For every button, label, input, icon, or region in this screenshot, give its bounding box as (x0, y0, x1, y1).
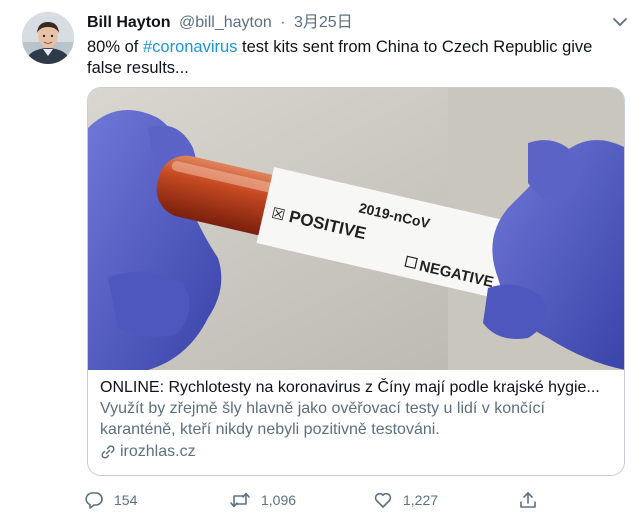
card-image: 2019-nCoV ☒ POSITIVE NEGATIVE (88, 88, 624, 370)
card-body: ONLINE: Rychlotesty na koronavirus z Čín… (100, 377, 616, 462)
like-icon (374, 492, 392, 508)
tweet-date[interactable]: 3月25日 (294, 14, 353, 31)
author-handle[interactable]: @bill_hayton (179, 14, 272, 31)
avatar[interactable] (22, 12, 74, 64)
hashtag-link[interactable]: #coronavirus (143, 38, 237, 56)
card-description: Využít by zřejmě šly hlavně jako ověřova… (100, 400, 545, 438)
share-icon (520, 492, 536, 508)
reply-icon (85, 492, 103, 509)
card-domain[interactable]: irozhlas.cz (100, 441, 616, 462)
tweet-text: 80% of #coronavirus test kits sent from … (87, 37, 627, 79)
retweet-icon (230, 492, 250, 508)
like-count: 1,227 (403, 492, 439, 508)
card-title[interactable]: ONLINE: Rychlotesty na koronavirus z Čín… (100, 377, 616, 398)
link-icon (101, 444, 115, 459)
tweet-header: Bill Hayton @bill_hayton · 3月25日 (87, 13, 353, 33)
chevron-down-icon[interactable] (610, 12, 630, 32)
reply-count: 154 (114, 492, 138, 508)
like-button[interactable]: 1,227 (373, 488, 438, 512)
reply-button[interactable]: 154 (84, 488, 137, 512)
author-name[interactable]: Bill Hayton (87, 14, 171, 31)
link-card[interactable]: 2019-nCoV ☒ POSITIVE NEGATIVE ONLINE: Ry… (87, 87, 625, 476)
tweet[interactable]: Bill Hayton @bill_hayton · 3月25日 80% of … (0, 0, 644, 516)
share-button[interactable] (518, 488, 548, 512)
tweet-actions: 154 1,096 1,227 (84, 488, 544, 512)
separator-dot: · (280, 14, 286, 31)
card-domain-text: irozhlas.cz (120, 443, 196, 460)
retweet-count: 1,096 (261, 492, 297, 508)
retweet-button[interactable]: 1,096 (229, 488, 296, 512)
tweet-text-before: 80% of (87, 38, 143, 56)
